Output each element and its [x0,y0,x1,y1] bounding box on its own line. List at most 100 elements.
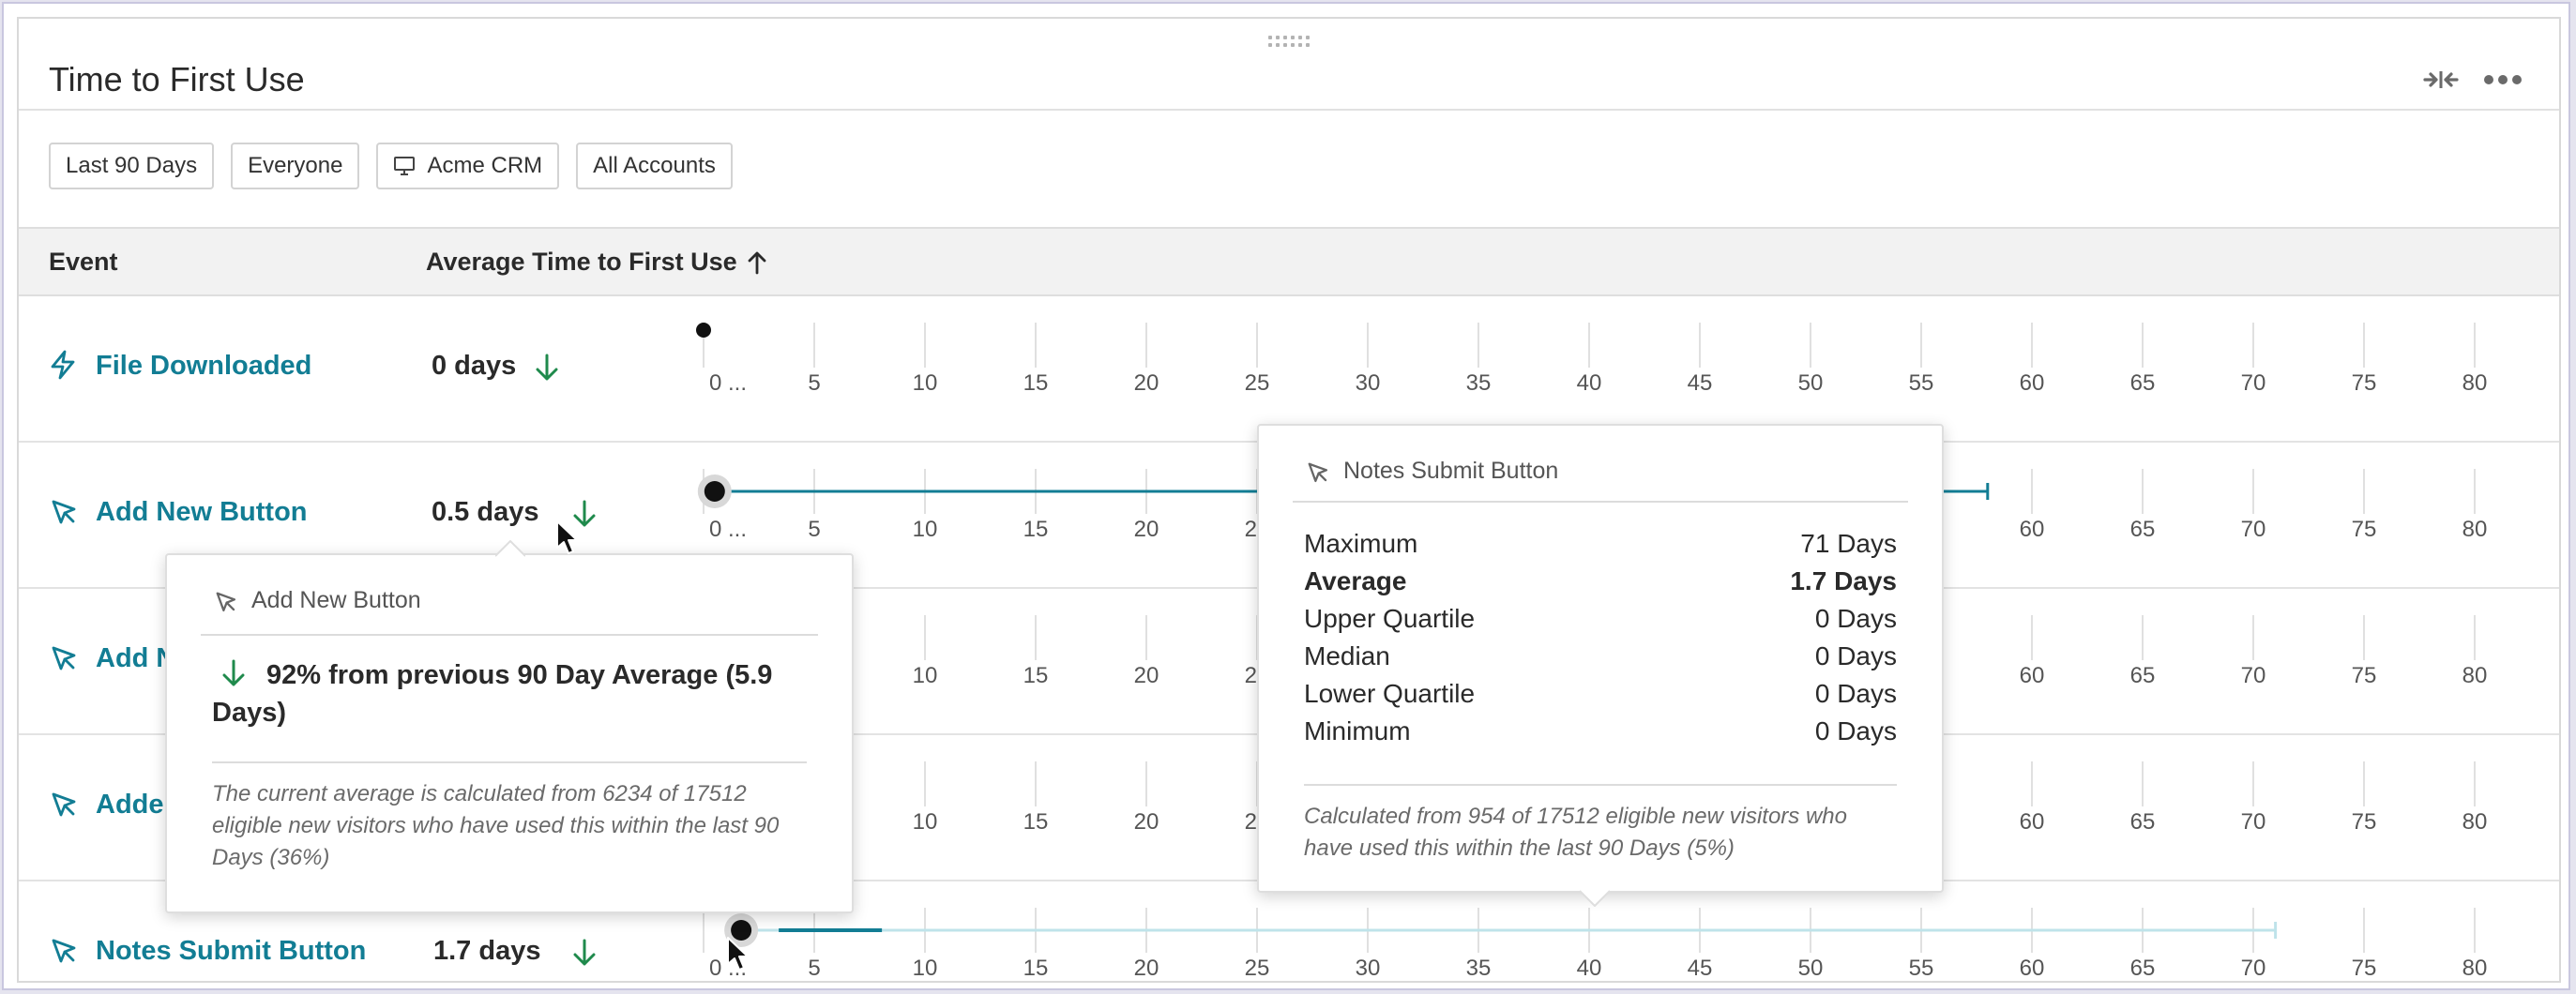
axis-tick-label: 70 [2241,370,2266,396]
axis-tick-label: 45 [1688,956,1713,981]
tooltip-header: Add New Button [212,587,421,614]
filter-bar: Last 90 Days Everyone Acme CRM All Accou… [49,143,733,189]
column-header-event[interactable]: Event [49,248,118,277]
filter-app[interactable]: Acme CRM [376,143,560,189]
stat-label: Minimum [1304,716,1411,746]
stat-value: 1.7 Days [1790,566,1897,595]
stat-value: 0 Days [1814,641,1897,670]
window-frame: Time to First Use Last 90 Days Everyone … [2,2,2570,990]
trend-down-arrow-icon[interactable] [570,938,599,968]
time-to-first-use-widget: Time to First Use Last 90 Days Everyone … [17,17,2561,983]
filter-label: Acme CRM [427,153,543,178]
axis-tick-label: 5 [808,370,820,396]
stat-value: 71 Days [1800,529,1897,558]
cursor-click-icon [216,592,236,611]
axis-tick-label: 70 [2241,956,2266,981]
axis-tick-label: 65 [2130,370,2156,396]
axis-tick-label: 20 [1134,809,1159,835]
stat-value: 0 Days [1814,716,1897,746]
axis-tick-label: 25 [1245,956,1270,981]
average-value: 0.5 days [432,497,539,527]
drag-handle[interactable] [1268,36,1313,49]
stat-median: Median 0 Days [1304,638,1897,675]
table-row: File Downloaded 0 days 0 ... 5 10 15 20 25 30 3… [19,296,2559,443]
filter-label: Everyone [248,153,343,178]
axis-tick-label: 10 [913,370,938,396]
axis-tick-label: 15 [1023,370,1049,396]
column-header-average[interactable]: Average Time to First Use [426,248,767,277]
axis-tick-label: 75 [2352,517,2377,542]
axis-tick-label: 80 [2462,956,2488,981]
stat-minimum: Minimum 0 Days [1304,713,1897,750]
stat-value: 0 Days [1814,679,1897,708]
axis-tick-label: 20 [1134,956,1159,981]
trend-change-text: 92% from previous 90 Day Average (5.9 Da… [212,660,773,728]
axis-tick-label: 65 [2130,809,2156,835]
average-dot[interactable] [704,481,725,502]
event-name-link[interactable]: Add N [96,643,175,674]
filter-segment[interactable]: Everyone [231,143,360,189]
monitor-icon [394,157,416,175]
axis-tick-label: 75 [2352,809,2377,835]
average-dot[interactable] [696,323,711,338]
axis-tick-label: 50 [1798,370,1824,396]
collapse-arrows-icon[interactable] [2422,60,2460,99]
tooltip-note: The current average is calculated from 6… [212,781,780,870]
axis-tick-label: 80 [2462,370,2488,396]
axis-tick-label: 20 [1134,517,1159,542]
cursor-click-icon [1308,462,1328,482]
stats-tooltip: Notes Submit Button Maximum 71 Days Avera… [1257,424,1944,907]
axis-tick-label: 80 [2462,517,2488,542]
axis-tick-label: 80 [2462,663,2488,688]
axis-tick-label: 10 [913,809,938,835]
axis-tick-label: 75 [2352,663,2377,688]
axis-tick-label: 65 [2130,956,2156,981]
tooltip-divider [1304,784,1897,786]
tooltip-divider [212,761,807,763]
trend-tooltip: Add New Button 92% from previous 90 Day … [165,540,854,913]
axis-tick-label: 15 [1023,517,1049,542]
axis-tick-label: 75 [2352,370,2377,396]
axis-tick-label: 55 [1909,956,1934,981]
axis-tick-label: 10 [913,517,938,542]
axis-tick-label: 70 [2241,809,2266,835]
event-name-link[interactable]: Notes Submit Button [96,936,366,967]
event-name-link[interactable]: File Downloaded [96,351,311,382]
average-value: 0 days [432,351,517,381]
axis-tick-label: 15 [1023,809,1049,835]
stat-average: Average 1.7 Days [1304,563,1897,600]
table-header: Event Average Time to First Use [19,227,2559,296]
sort-ascending-arrow-icon[interactable] [747,250,767,275]
cursor-click-icon [52,792,76,817]
trend-down-arrow-icon[interactable] [533,353,561,383]
axis-tick-label: 35 [1466,370,1492,396]
event-name-link[interactable]: Adde [96,790,164,821]
axis-tick-label: 15 [1023,663,1049,688]
filter-label: All Accounts [593,153,716,178]
tooltip-pointer [495,540,525,557]
tooltip-pointer [1580,890,1610,907]
axis-tick-label: 45 [1688,370,1713,396]
axis-tick-label: 60 [2020,809,2045,835]
axis-tick-label: 60 [2020,663,2045,688]
stat-label: Lower Quartile [1304,679,1476,708]
stat-label: Average [1304,566,1407,595]
more-options-icon[interactable] [2482,60,2523,99]
axis-tick-label: 25 [1245,370,1270,396]
average-dot[interactable] [731,920,752,941]
header-divider [19,109,2559,111]
stat-value: 0 Days [1814,604,1897,633]
average-value: 1.7 days [433,936,541,966]
filter-date-range[interactable]: Last 90 Days [49,143,215,189]
axis-tick-label: 15 [1023,956,1049,981]
event-name-link[interactable]: Add New Button [96,497,308,528]
range-chart: 0 ... 5 10 15 20 25 30 35 40 45 50 55 60 65 70 75 80 [696,323,2488,396]
filter-accounts[interactable]: All Accounts [576,143,733,189]
trend-down-arrow-icon[interactable] [570,499,599,529]
axis-tick-label: 5 [808,956,820,981]
axis-tick-label: 10 [913,956,938,981]
axis-tick-label: 20 [1134,370,1159,396]
stat-label: Upper Quartile [1304,604,1476,633]
cursor-click-icon [52,939,76,963]
axis-tick-label: 70 [2241,663,2266,688]
